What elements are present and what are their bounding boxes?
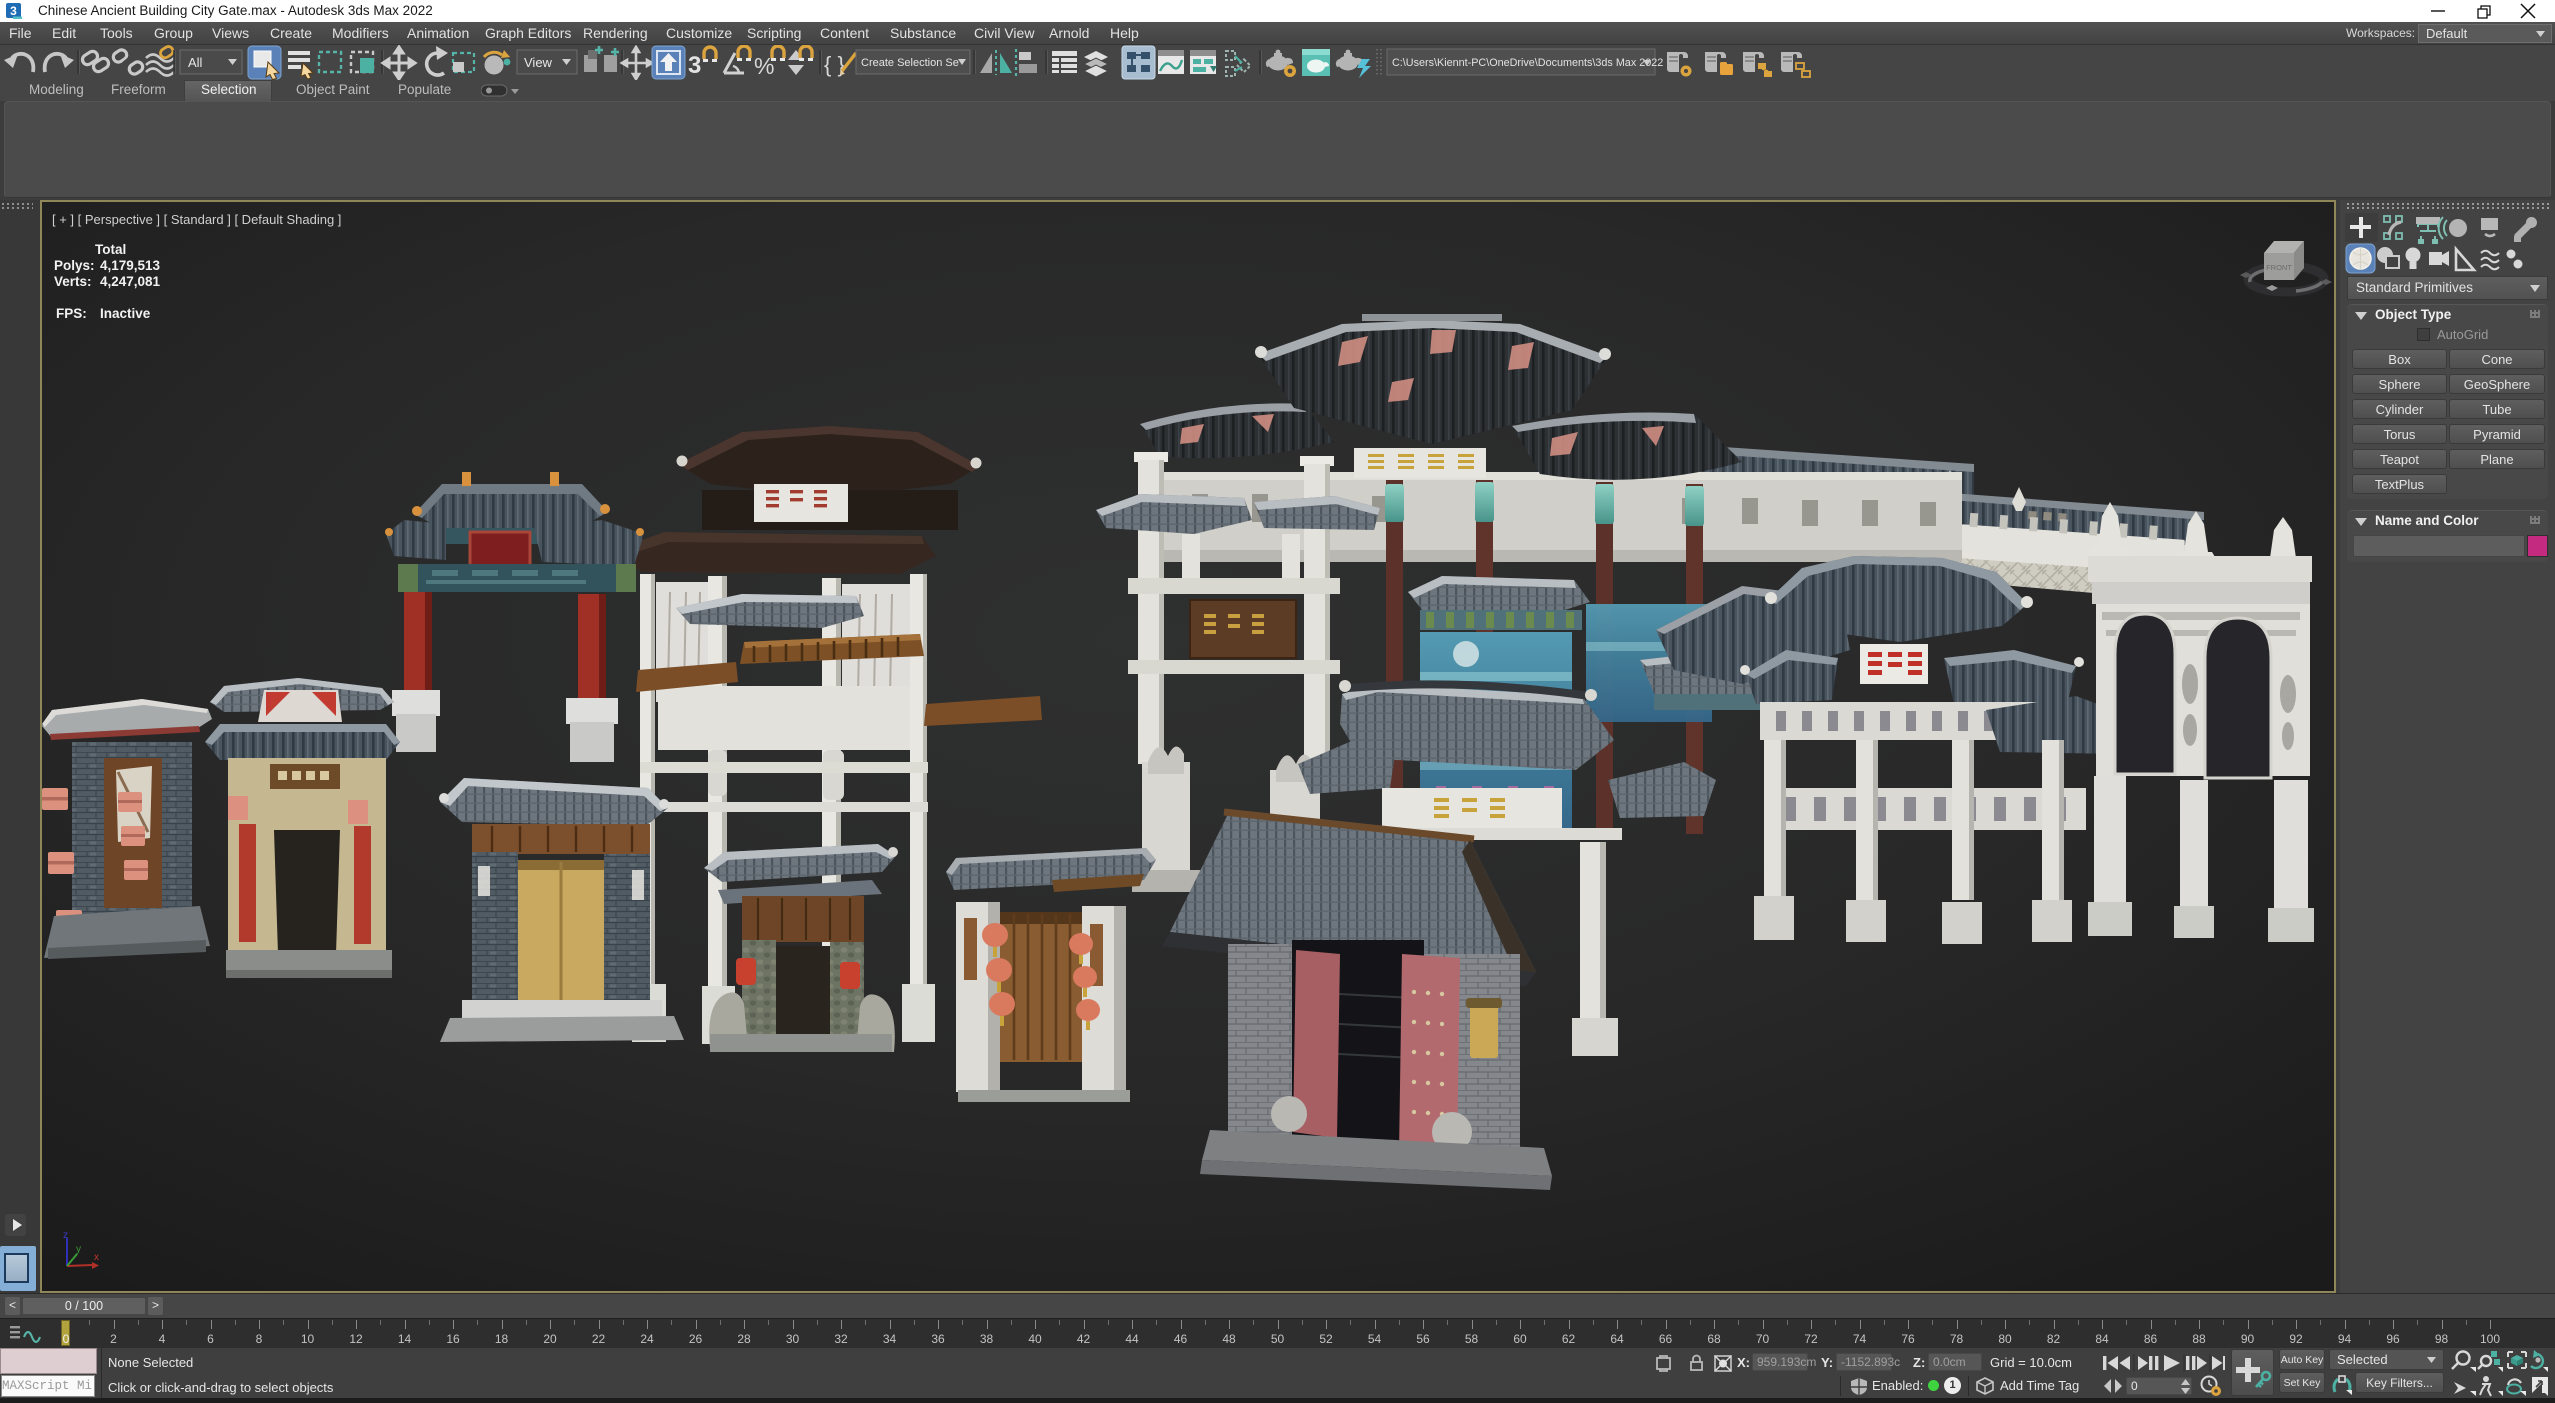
svg-text:3: 3 xyxy=(10,4,17,18)
svg-text:C:\Users\Kiennt-PC\OneDrive\Do: C:\Users\Kiennt-PC\OneDrive\Documents\3d… xyxy=(1392,57,1663,69)
svg-text:View: View xyxy=(524,55,553,70)
svg-text:FRONT: FRONT xyxy=(2266,263,2292,272)
svg-text:All: All xyxy=(188,55,203,70)
svg-text:x: x xyxy=(94,1252,99,1263)
svg-text:Create Selection Se: Create Selection Se xyxy=(861,57,959,69)
svg-text:3: 3 xyxy=(688,52,701,79)
svg-text:y: y xyxy=(76,1244,81,1255)
svg-text:z: z xyxy=(63,1230,68,1241)
